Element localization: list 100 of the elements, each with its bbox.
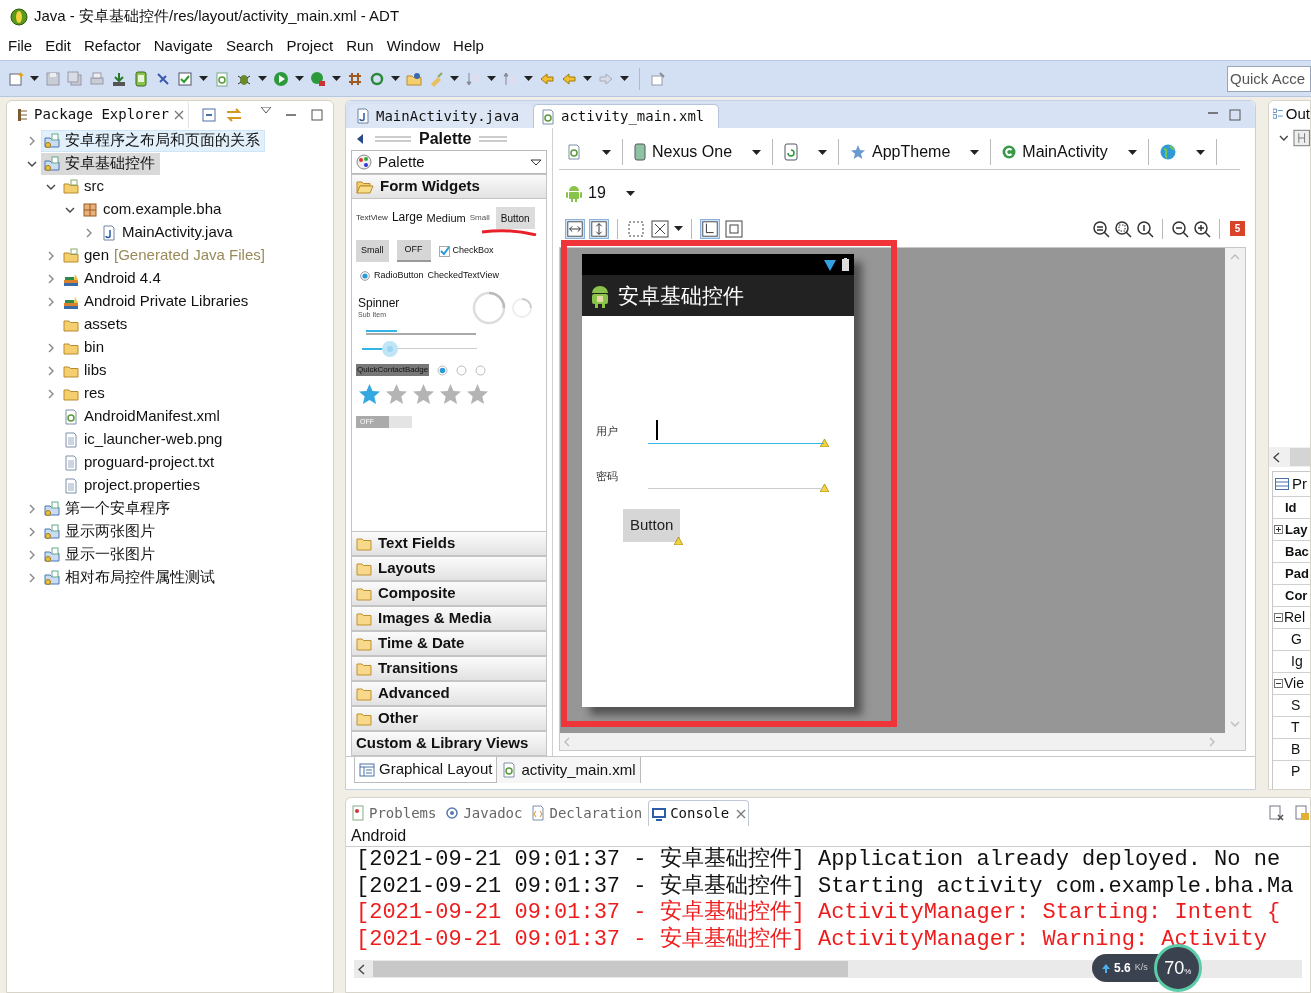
palette-category[interactable]: Text Fields	[351, 531, 547, 556]
caret-icon[interactable]	[818, 149, 828, 155]
caret-icon[interactable]	[583, 76, 592, 81]
palette-category[interactable]: Layouts	[351, 556, 547, 581]
preview-button[interactable]: Button	[623, 509, 681, 542]
chevron-down-icon[interactable]	[27, 160, 37, 167]
caret-icon[interactable]	[391, 76, 400, 81]
view-tab[interactable]: Pr	[1273, 472, 1310, 496]
caret-icon[interactable]	[199, 76, 208, 81]
palette-category[interactable]: Images & Media	[351, 606, 547, 631]
caret-icon[interactable]	[602, 149, 611, 155]
zoom-actual-icon[interactable]	[1136, 219, 1154, 238]
view-tab[interactable]: Problems	[348, 800, 439, 826]
tree-item[interactable]: 安卓程序之布局和页面的关系	[41, 129, 265, 152]
view-tab[interactable]: Console	[648, 800, 750, 826]
editor-page-tab[interactable]: Graphical Layout	[354, 757, 498, 783]
theme-dropdown[interactable]: AppTheme	[847, 137, 983, 167]
grid-icon[interactable]	[347, 70, 363, 87]
zoom-real-icon[interactable]	[1114, 219, 1132, 238]
caret-icon[interactable]	[524, 76, 533, 81]
run-tools-icon[interactable]	[310, 70, 326, 87]
palette-category[interactable]: Form Widgets	[351, 174, 547, 199]
layout-direction-icon[interactable]	[700, 218, 720, 239]
open-folder-icon[interactable]	[406, 70, 422, 87]
chevron-down-icon[interactable]	[46, 183, 56, 190]
caret-icon[interactable]	[620, 76, 629, 81]
last-edit-icon[interactable]	[539, 70, 555, 87]
tree-item[interactable]: 显示两张图片	[41, 520, 160, 543]
caret-icon[interactable]	[752, 149, 762, 155]
menu-item[interactable]: Run	[346, 35, 374, 58]
new-file-icon[interactable]	[8, 70, 24, 87]
caret-icon[interactable]	[487, 76, 496, 81]
chevron-right-icon[interactable]	[86, 227, 92, 238]
collapse-icon[interactable]	[1274, 613, 1283, 622]
tree-item[interactable]: src	[60, 175, 109, 198]
caret-icon[interactable]	[295, 76, 304, 81]
view-tab[interactable]: Javadoc	[442, 800, 525, 826]
tree-item[interactable]: bin	[60, 336, 110, 359]
download-icon[interactable]	[111, 70, 127, 87]
tree-item[interactable]: 显示一张图片	[41, 543, 160, 566]
chevron-right-icon[interactable]	[48, 365, 54, 376]
caret-icon[interactable]	[258, 76, 267, 81]
tree-item[interactable]: res	[60, 382, 110, 405]
tree-item[interactable]: AndroidManifest.xml	[60, 405, 225, 428]
horizontal-scrollbar[interactable]	[1269, 447, 1310, 467]
menu-item[interactable]: Edit	[45, 35, 72, 58]
chevron-right-icon[interactable]	[29, 549, 35, 560]
quick-access-field[interactable]: Quick Acce	[1227, 65, 1311, 92]
chevron-right-icon[interactable]	[48, 342, 54, 353]
menu-item[interactable]: Search	[225, 35, 274, 58]
view-menu-icon[interactable]	[261, 107, 271, 113]
tree-item[interactable]: project.properties	[60, 474, 205, 497]
zoom-in-icon[interactable]	[1193, 219, 1211, 238]
menu-item[interactable]: Project	[286, 35, 334, 58]
editor-page-tab[interactable]: activity_main.xml	[497, 757, 641, 783]
horizontal-scrollbar[interactable]	[560, 733, 1245, 750]
caret-icon[interactable]	[674, 226, 683, 231]
chevron-down-icon[interactable]	[65, 206, 75, 213]
vertical-scrollbar[interactable]	[1225, 248, 1245, 733]
device-dropdown[interactable]: Nexus One	[631, 137, 765, 167]
back-icon[interactable]	[561, 70, 577, 87]
chevron-right-icon[interactable]	[48, 273, 54, 284]
run-icon[interactable]	[273, 70, 289, 87]
editor-tab[interactable]: MainActivity.java	[349, 104, 533, 128]
chevron-right-icon[interactable]	[29, 135, 35, 146]
view-tab[interactable]: Out	[1269, 101, 1310, 127]
caret-icon[interactable]	[30, 76, 39, 81]
chevron-right-icon[interactable]	[29, 572, 35, 583]
tree-item[interactable]: proguard-project.txt	[60, 451, 220, 474]
palette-category[interactable]: Custom & Library Views	[351, 731, 547, 756]
caret-icon[interactable]	[625, 190, 635, 196]
horizontal-scrollbar[interactable]	[354, 960, 1302, 978]
editor-tab[interactable]: activity_main.xml	[533, 104, 719, 128]
annotation-up-icon[interactable]	[502, 70, 518, 87]
chevron-right-icon[interactable]	[29, 503, 35, 514]
menu-item[interactable]: File	[8, 35, 33, 58]
tree-item[interactable]: 安卓基础控件	[41, 152, 160, 175]
tree-item[interactable]: gen [Generated Java Files]	[60, 244, 270, 267]
error-count-badge[interactable]: 5	[1230, 221, 1245, 236]
chevron-right-icon[interactable]	[48, 388, 54, 399]
tree-item[interactable]: ic_launcher-web.png	[60, 428, 228, 451]
caret-icon[interactable]	[332, 76, 341, 81]
close-icon[interactable]	[173, 109, 184, 120]
chevron-right-icon[interactable]	[48, 250, 54, 261]
tree-item[interactable]: assets	[60, 313, 133, 336]
palette-category[interactable]: Advanced	[351, 681, 547, 706]
checkbox-icon[interactable]	[177, 70, 193, 87]
dropdown-icon[interactable]	[530, 158, 542, 166]
tree-item[interactable]: libs	[60, 359, 112, 382]
fit-height-icon[interactable]	[589, 218, 609, 239]
menu-item[interactable]: Refactor	[84, 35, 141, 58]
tree-item[interactable]: com.example.bha	[79, 198, 227, 221]
chevron-right-icon[interactable]	[48, 296, 54, 307]
caret-icon[interactable]	[1195, 149, 1205, 155]
print-icon[interactable]	[89, 70, 105, 87]
menu-item[interactable]: Navigate	[153, 35, 213, 58]
caret-icon[interactable]	[970, 149, 980, 155]
palette-category[interactable]: Transitions	[351, 656, 547, 681]
collapse-all-icon[interactable]	[201, 106, 217, 123]
palette-dropdown[interactable]: Palette	[351, 150, 547, 174]
